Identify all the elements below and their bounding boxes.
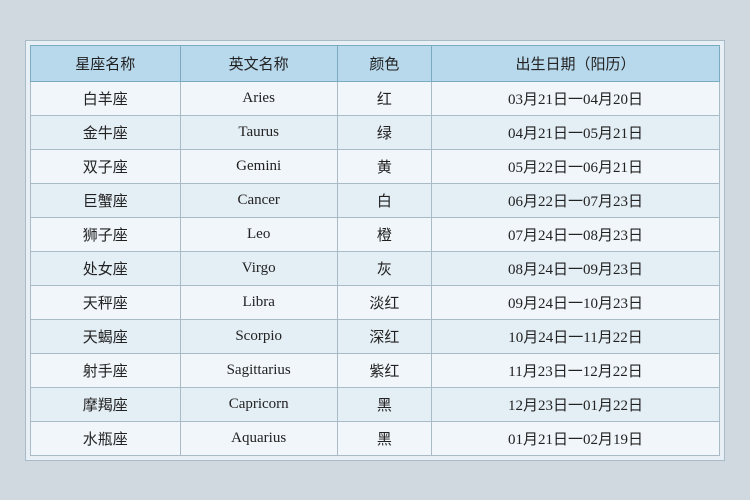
- cell-color: 紫红: [337, 353, 431, 387]
- table-body: 白羊座Aries红03月21日一04月20日金牛座Taurus绿04月21日一0…: [31, 81, 720, 455]
- cell-english-name: Virgo: [180, 251, 337, 285]
- cell-birthdate: 03月21日一04月20日: [431, 81, 719, 115]
- cell-color: 黑: [337, 421, 431, 455]
- cell-color: 白: [337, 183, 431, 217]
- cell-color: 灰: [337, 251, 431, 285]
- cell-birthdate: 07月24日一08月23日: [431, 217, 719, 251]
- cell-chinese-name: 狮子座: [31, 217, 181, 251]
- header-english-name: 英文名称: [180, 45, 337, 81]
- cell-color: 绿: [337, 115, 431, 149]
- cell-chinese-name: 摩羯座: [31, 387, 181, 421]
- table-header-row: 星座名称 英文名称 颜色 出生日期（阳历）: [31, 45, 720, 81]
- cell-chinese-name: 双子座: [31, 149, 181, 183]
- cell-chinese-name: 水瓶座: [31, 421, 181, 455]
- cell-color: 橙: [337, 217, 431, 251]
- cell-english-name: Capricorn: [180, 387, 337, 421]
- cell-english-name: Scorpio: [180, 319, 337, 353]
- cell-english-name: Cancer: [180, 183, 337, 217]
- cell-birthdate: 10月24日一11月22日: [431, 319, 719, 353]
- cell-chinese-name: 天秤座: [31, 285, 181, 319]
- cell-birthdate: 11月23日一12月22日: [431, 353, 719, 387]
- table-row: 白羊座Aries红03月21日一04月20日: [31, 81, 720, 115]
- cell-birthdate: 09月24日一10月23日: [431, 285, 719, 319]
- cell-english-name: Leo: [180, 217, 337, 251]
- table-row: 天蝎座Scorpio深红10月24日一11月22日: [31, 319, 720, 353]
- table-row: 水瓶座Aquarius黑01月21日一02月19日: [31, 421, 720, 455]
- cell-english-name: Aries: [180, 81, 337, 115]
- cell-birthdate: 05月22日一06月21日: [431, 149, 719, 183]
- cell-color: 黑: [337, 387, 431, 421]
- cell-english-name: Libra: [180, 285, 337, 319]
- table-row: 双子座Gemini黄05月22日一06月21日: [31, 149, 720, 183]
- cell-chinese-name: 射手座: [31, 353, 181, 387]
- table-row: 狮子座Leo橙07月24日一08月23日: [31, 217, 720, 251]
- header-color: 颜色: [337, 45, 431, 81]
- zodiac-table: 星座名称 英文名称 颜色 出生日期（阳历） 白羊座Aries红03月21日一04…: [30, 45, 720, 456]
- table-row: 巨蟹座Cancer白06月22日一07月23日: [31, 183, 720, 217]
- cell-chinese-name: 巨蟹座: [31, 183, 181, 217]
- cell-english-name: Taurus: [180, 115, 337, 149]
- cell-english-name: Aquarius: [180, 421, 337, 455]
- cell-chinese-name: 处女座: [31, 251, 181, 285]
- cell-birthdate: 06月22日一07月23日: [431, 183, 719, 217]
- cell-birthdate: 01月21日一02月19日: [431, 421, 719, 455]
- table-row: 处女座Virgo灰08月24日一09月23日: [31, 251, 720, 285]
- table-row: 金牛座Taurus绿04月21日一05月21日: [31, 115, 720, 149]
- cell-chinese-name: 白羊座: [31, 81, 181, 115]
- zodiac-table-container: 星座名称 英文名称 颜色 出生日期（阳历） 白羊座Aries红03月21日一04…: [25, 40, 725, 461]
- cell-birthdate: 04月21日一05月21日: [431, 115, 719, 149]
- cell-chinese-name: 金牛座: [31, 115, 181, 149]
- cell-color: 淡红: [337, 285, 431, 319]
- cell-birthdate: 08月24日一09月23日: [431, 251, 719, 285]
- cell-english-name: Gemini: [180, 149, 337, 183]
- cell-english-name: Sagittarius: [180, 353, 337, 387]
- table-row: 天秤座Libra淡红09月24日一10月23日: [31, 285, 720, 319]
- table-row: 射手座Sagittarius紫红11月23日一12月22日: [31, 353, 720, 387]
- cell-chinese-name: 天蝎座: [31, 319, 181, 353]
- cell-color: 深红: [337, 319, 431, 353]
- cell-color: 红: [337, 81, 431, 115]
- cell-birthdate: 12月23日一01月22日: [431, 387, 719, 421]
- header-birthdate: 出生日期（阳历）: [431, 45, 719, 81]
- cell-color: 黄: [337, 149, 431, 183]
- header-chinese-name: 星座名称: [31, 45, 181, 81]
- table-row: 摩羯座Capricorn黑12月23日一01月22日: [31, 387, 720, 421]
